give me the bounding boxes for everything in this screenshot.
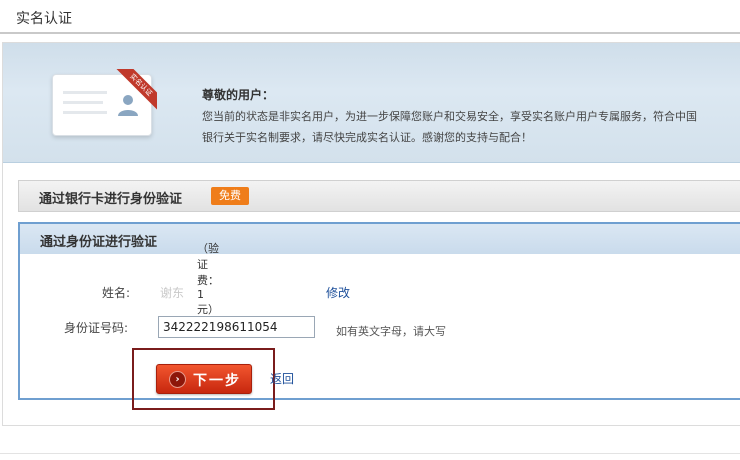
- fee-note: （验证费：1元）: [197, 242, 219, 316]
- notice-text: 您当前的状态是非实名用户，为进一步保障您账户和交易安全，享受实名账户用户专属服务…: [202, 106, 740, 148]
- greeting: 尊敬的用户：: [202, 88, 275, 102]
- next-step-label: 下一步: [193, 373, 241, 389]
- bank-card-verification-section[interactable]: 通过银行卡进行身份验证 免费: [18, 180, 740, 212]
- arrow-right-icon: ›: [169, 371, 186, 388]
- modify-link[interactable]: 修改: [326, 284, 350, 301]
- id-card-verification-section: 通过身份证进行验证 （验证费：1元）: [18, 222, 740, 400]
- id-section-header[interactable]: 通过身份证进行验证 （验证费：1元）: [20, 224, 740, 316]
- id-number-input[interactable]: [158, 316, 315, 338]
- next-step-button[interactable]: › 下一步: [156, 364, 252, 394]
- id-section-title: 通过身份证进行验证 （验证费：1元）: [40, 235, 219, 316]
- id-number-hint: 如有英文字母，请大写: [336, 325, 446, 338]
- page: 实名认证 实名认证 尊敬的用户： 您当前的状态是非实名用户，为进一步保障您账户和…: [0, 0, 740, 460]
- title-divider: [0, 32, 740, 34]
- name-value: 谢东: [160, 286, 185, 300]
- notice-line-2: 银行关于实名制要求，请尽快完成实名认证。感谢您的支持与配合！: [202, 131, 532, 144]
- page-title: 实名认证: [16, 11, 72, 27]
- name-label: 姓名:: [102, 286, 131, 300]
- free-badge: 免费: [211, 187, 249, 205]
- card-ribbon: 实名认证: [115, 69, 157, 111]
- id-number-label: 身份证号码:: [64, 321, 129, 335]
- bank-section-title: 通过银行卡进行身份验证: [39, 192, 183, 207]
- back-link[interactable]: 返回: [270, 370, 294, 387]
- notice-line-1: 您当前的状态是非实名用户，为进一步保障您账户和交易安全，享受实名账户用户专属服务…: [202, 110, 697, 123]
- bottom-divider: [0, 453, 740, 454]
- id-card-icon: 实名认证: [52, 69, 157, 136]
